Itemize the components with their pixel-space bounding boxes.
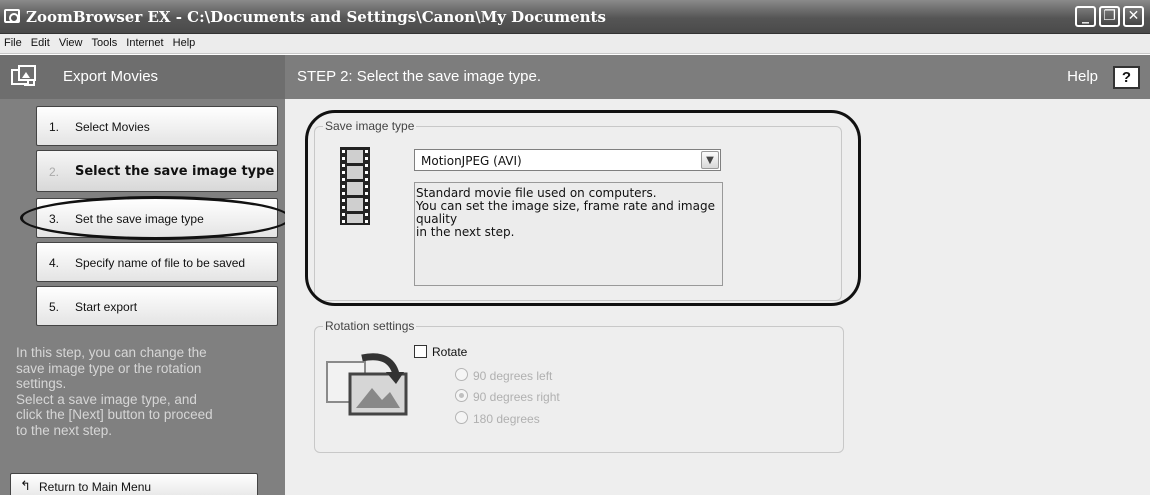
rotate-checkbox[interactable] [414, 345, 427, 358]
radio-90-right-label: 90 degrees right [473, 390, 560, 404]
step-label: Specify name of file to be saved [75, 256, 246, 270]
step-number: 5. [49, 300, 60, 314]
return-label: Return to Main Menu [39, 480, 152, 494]
menu-view[interactable]: View [55, 34, 83, 49]
menu-edit[interactable]: Edit [27, 34, 50, 49]
step-number: 2. [49, 165, 60, 179]
return-to-main-menu-button[interactable]: ↰ Return to Main Menu [10, 473, 258, 495]
camera-icon [4, 9, 20, 23]
step-number: 1. [49, 120, 60, 134]
section-header: Export Movies [0, 55, 285, 99]
step-start-export[interactable]: 5. Start export [36, 286, 278, 326]
menu-tools[interactable]: Tools [88, 34, 118, 49]
rotate-checkbox-label: Rotate [432, 345, 468, 359]
step-number: 4. [49, 256, 60, 270]
return-arrow-icon: ↰ [20, 478, 31, 493]
step-select-movies[interactable]: 1. Select Movies [36, 106, 278, 146]
radio-90-right[interactable] [455, 389, 468, 402]
menu-file[interactable]: File [0, 34, 22, 49]
minimize-button[interactable]: _ [1075, 6, 1096, 27]
step-description: In this step, you can change the save im… [16, 345, 213, 438]
window-title: ZoomBrowser EX - C:\Documents and Settin… [26, 8, 606, 26]
section-title: Export Movies [63, 68, 159, 85]
radio-90-left-label: 90 degrees left [473, 369, 553, 383]
restore-button[interactable]: ❐ [1099, 6, 1120, 27]
help-button[interactable]: ? [1113, 66, 1140, 89]
step-title: STEP 2: Select the save image type. [297, 68, 542, 85]
step-label: Start export [75, 300, 138, 314]
step-select-save-image-type[interactable]: 2. Select the save image type [36, 150, 278, 192]
close-button[interactable]: ✕ [1123, 6, 1144, 27]
highlight-oval [305, 110, 861, 306]
step-label: Select the save image type [75, 164, 275, 179]
step-label: Select Movies [75, 120, 150, 134]
step-specify-file-name[interactable]: 4. Specify name of file to be saved [36, 242, 278, 282]
menu-internet[interactable]: Internet [122, 34, 163, 49]
radio-180[interactable] [455, 411, 468, 424]
menu-bar: File Edit View Tools Internet Help [0, 34, 1150, 54]
radio-180-label: 180 degrees [473, 412, 540, 426]
title-bar: ZoomBrowser EX - C:\Documents and Settin… [0, 0, 1150, 34]
highlight-oval [20, 196, 291, 240]
rotate-image-icon [326, 353, 408, 416]
export-movies-icon [11, 65, 36, 86]
radio-90-left[interactable] [455, 368, 468, 381]
rotation-settings-legend: Rotation settings [323, 319, 417, 333]
header-bar: Export Movies STEP 2: Select the save im… [0, 55, 1150, 99]
help-label: Help [1067, 68, 1098, 85]
menu-help[interactable]: Help [169, 34, 196, 49]
